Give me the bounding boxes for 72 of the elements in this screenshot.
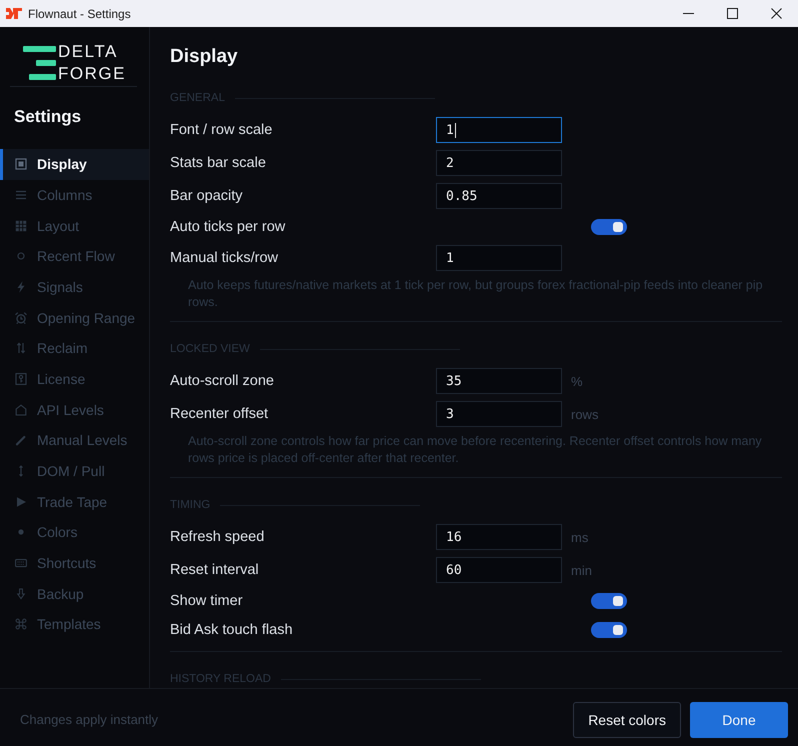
sidebar-item[interactable]: Trade Tape: [0, 486, 149, 517]
input-field[interactable]: 3: [436, 401, 562, 427]
status-text: Changes apply instantly: [20, 712, 158, 727]
unit-label: min: [571, 562, 592, 578]
framed-square-icon: [15, 158, 27, 170]
setting-label: Manual ticks/row: [170, 250, 279, 266]
command-icon: [15, 618, 27, 630]
sidebar-item[interactable]: API Levels: [0, 394, 149, 425]
sidebar-item[interactable]: Columns: [0, 180, 149, 210]
alarm-clock-icon: [15, 312, 27, 324]
down-arrow-icon: [15, 588, 27, 600]
setting-label: Bar opacity: [170, 188, 244, 204]
setting-label: Bid Ask touch flash: [170, 622, 294, 638]
circle-icon: [15, 250, 27, 262]
sidebar-item[interactable]: DOM / Pull: [0, 456, 149, 486]
setting-label: Font / row scale: [170, 122, 274, 138]
input-field[interactable]: 35: [436, 368, 562, 394]
sidebar-item[interactable]: Recent Flow: [0, 240, 149, 272]
sidebar-item[interactable]: Templates: [0, 608, 149, 640]
logo-text: DELTA: [58, 41, 119, 63]
hint-text: Auto keeps futures/native markets at 1 tick per row, but groups forex fractional-pip feeds into cleaner pip rows.: [187, 277, 764, 310]
input-field[interactable]: 60: [436, 557, 562, 583]
setting-label: Recenter offset: [170, 406, 270, 422]
close-icon: [770, 8, 782, 19]
sidebar-item[interactable]: Display: [0, 149, 149, 180]
setting-label: Refresh speed: [170, 529, 266, 545]
setting-label: Stats bar scale: [170, 155, 267, 171]
toggle-switch[interactable]: [591, 593, 627, 609]
keyboard-icon: [15, 556, 27, 569]
toggle-switch[interactable]: [591, 219, 627, 235]
app-logo-icon: [6, 8, 22, 19]
sidebar-item[interactable]: Reclaim: [0, 332, 149, 364]
unit-label: rows: [571, 406, 598, 422]
house-icon: [15, 404, 27, 416]
maximize-icon: [726, 8, 738, 19]
sidebar-item[interactable]: License: [0, 364, 149, 394]
up-down-arrows-icon: [15, 342, 27, 354]
sidebar-item[interactable]: Colors: [0, 516, 149, 548]
text-cursor-icon: [454, 122, 456, 138]
key-icon: [15, 372, 27, 385]
unit-label: ms: [571, 530, 588, 544]
window-title: Flownaut - Settings: [28, 6, 131, 20]
unit-label: %: [571, 374, 583, 388]
setting-label: Show timer: [170, 593, 244, 609]
sidebar-item[interactable]: Opening Range: [0, 302, 149, 333]
setting-label: Reset interval: [170, 562, 260, 578]
sidebar-item[interactable]: Signals: [0, 272, 149, 302]
reset-colors-button[interactable]: Reset colors: [573, 702, 681, 738]
input-field[interactable]: 16: [436, 524, 562, 550]
input-field[interactable]: 1: [436, 245, 562, 271]
sidebar-item[interactable]: Backup: [0, 578, 149, 609]
done-button[interactable]: Done: [690, 702, 788, 738]
play-icon: [15, 496, 27, 508]
input-field[interactable]: 0.85: [436, 183, 562, 209]
input-field[interactable]: 1: [436, 117, 562, 143]
logo-text: FORGE: [58, 63, 126, 85]
page-title: Display: [170, 45, 239, 69]
setting-label: Auto ticks per row: [170, 219, 286, 235]
input-field[interactable]: 2: [436, 150, 562, 176]
sidebar-item[interactable]: Manual Levels: [0, 424, 149, 456]
hint-text: Auto-scroll zone controls how far price can move before recentering. Recenter offset controls how many rows price is placed off-center after that recenter.: [187, 433, 763, 466]
lightning-icon: [15, 280, 27, 293]
lines-icon: [15, 188, 27, 201]
pencil-icon: [15, 434, 27, 446]
logo-mark-icon: [23, 46, 56, 80]
minimize-icon: [682, 13, 694, 14]
grid-icon: [15, 220, 27, 232]
sidebar-heading: Settings: [14, 106, 82, 128]
toggle-switch[interactable]: [591, 622, 627, 638]
setting-label: Auto-scroll zone: [170, 373, 275, 389]
sidebar-item[interactable]: Layout: [0, 210, 149, 241]
sidebar-item[interactable]: Shortcuts: [0, 548, 149, 578]
